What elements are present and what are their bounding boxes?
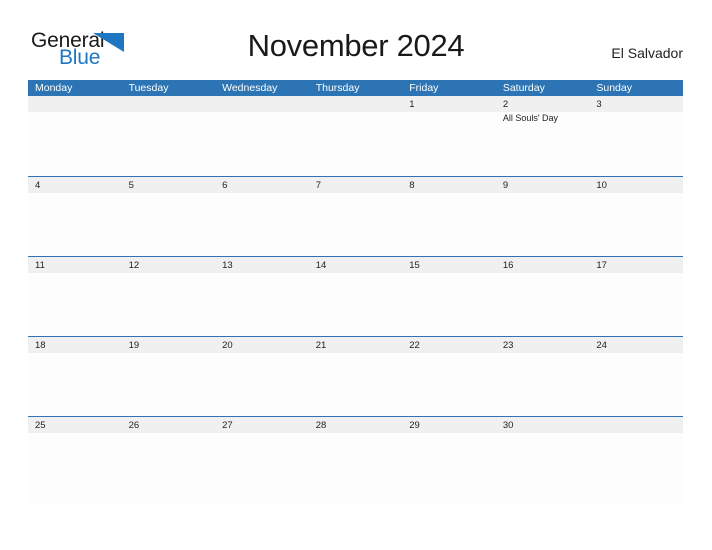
- day-cell-10[interactable]: 10: [589, 177, 683, 193]
- weekday-header-thursday: Thursday: [315, 82, 360, 94]
- week-date-band: 4 5 6 7 8 9 10: [28, 177, 683, 193]
- day-cell-25[interactable]: 25: [28, 417, 122, 433]
- day-cell-11[interactable]: 11: [28, 257, 122, 273]
- weekday-header-sunday: Sunday: [596, 82, 632, 94]
- week-date-band: 18 19 20 21 22 23 24: [28, 337, 683, 353]
- week-date-band: 25 26 27 28 29 30: [28, 417, 683, 433]
- week-date-band: 123: [28, 96, 683, 112]
- day-event-empty: [309, 112, 403, 125]
- day-cell-15[interactable]: 15: [402, 257, 496, 273]
- weekday-header-friday: Friday: [409, 82, 439, 94]
- calendar-week-row: 18 19 20 21 22 23 24: [28, 336, 683, 416]
- day-cell-12[interactable]: 12: [121, 257, 216, 273]
- day-cell-29[interactable]: 29: [402, 417, 496, 433]
- day-cell-17[interactable]: 17: [589, 257, 683, 273]
- weekday-header-monday: Monday: [35, 82, 73, 94]
- weekday-header-wednesday: Wednesday: [222, 82, 278, 94]
- day-cell-empty: [215, 96, 309, 112]
- day-event-empty: [28, 112, 122, 125]
- day-cell-19[interactable]: 19: [121, 337, 216, 353]
- day-cell-3[interactable]: 3: [589, 96, 683, 112]
- day-cell-empty: [589, 417, 683, 433]
- day-cell-28[interactable]: 28: [308, 417, 403, 433]
- day-cell-empty: [122, 96, 216, 112]
- day-cell-22[interactable]: 22: [402, 337, 496, 353]
- weekday-header-row: Monday Tuesday Wednesday Thursday Friday Satu…: [28, 80, 683, 96]
- day-cell-26[interactable]: 26: [121, 417, 216, 433]
- day-event-empty: [589, 112, 683, 125]
- day-cell-21[interactable]: 21: [308, 337, 403, 353]
- week-date-band: 11 12 13 14 15 16 17: [28, 257, 683, 273]
- calendar-week-row: 25 26 27 28 29 30: [28, 416, 683, 505]
- week-events-row: All Souls' Day: [28, 112, 683, 125]
- day-cell-6[interactable]: 6: [215, 177, 309, 193]
- calendar-week-row: 4 5 6 7 8 9 10: [28, 176, 683, 256]
- day-cell-27[interactable]: 27: [215, 417, 309, 433]
- day-event-label: All Souls' Day: [502, 113, 559, 123]
- day-cell-14[interactable]: 14: [308, 257, 403, 273]
- day-cell-30[interactable]: 30: [495, 417, 590, 433]
- calendar-week-row: 1 2 3 All Souls' Day: [28, 96, 683, 176]
- day-cell-16[interactable]: 16: [495, 257, 590, 273]
- page-title: November 2024: [247, 28, 465, 63]
- day-event-empty: [215, 112, 309, 125]
- day-event-empty: [402, 112, 496, 125]
- day-cell-1[interactable]: 1: [402, 96, 496, 112]
- weekday-header-saturday: Saturday: [502, 82, 545, 94]
- calendar-grid: Monday Tuesday Wednesday Thursday Friday Satu…: [28, 80, 683, 505]
- country-label: El Salvador: [611, 45, 683, 61]
- day-cell-24[interactable]: 24: [589, 337, 683, 353]
- calendar-week-row: 11 12 13 14 15 16 17: [28, 256, 683, 336]
- day-cell-empty: [28, 96, 122, 112]
- day-cell-2[interactable]: 2: [495, 96, 590, 112]
- day-cell-9[interactable]: 9: [495, 177, 590, 193]
- day-cell-23[interactable]: 23: [495, 337, 590, 353]
- day-cell-8[interactable]: 8: [402, 177, 496, 193]
- calendar-weeks: 1 2 3 All Souls' Day 4 5 6 7 8 9 10 11 12 13 14 15 16 17 1…: [28, 96, 683, 505]
- page-header: General Blue November 2024 El Salvador: [0, 0, 712, 80]
- day-cell-empty: [309, 96, 403, 112]
- day-cell-5[interactable]: 5: [121, 177, 216, 193]
- day-cell-20[interactable]: 20: [215, 337, 309, 353]
- day-cell-13[interactable]: 13: [215, 257, 309, 273]
- day-cell-18[interactable]: 18: [28, 337, 122, 353]
- day-cell-4[interactable]: 4: [28, 177, 122, 193]
- weekday-header-tuesday: Tuesday: [128, 82, 169, 94]
- day-cell-7[interactable]: 7: [308, 177, 403, 193]
- day-event-empty: [122, 112, 216, 125]
